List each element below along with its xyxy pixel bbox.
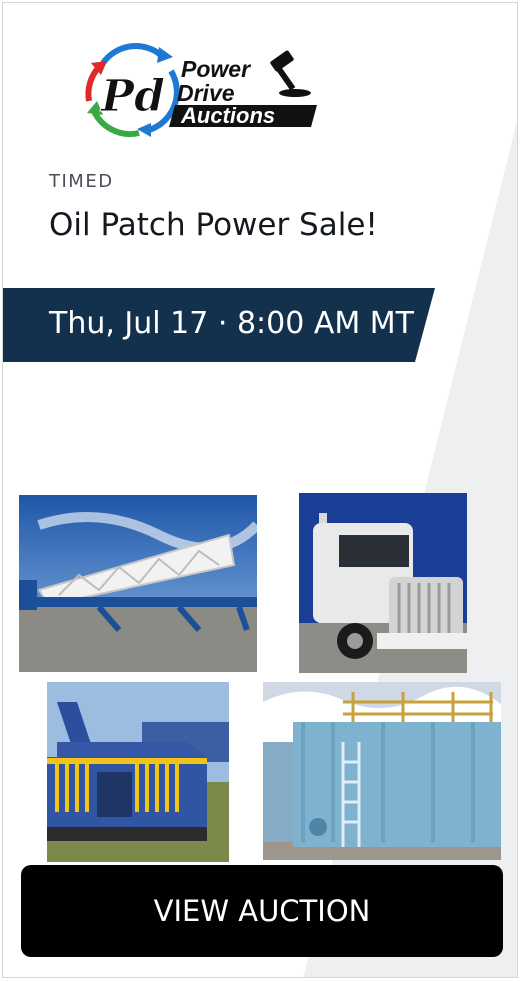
rig-equipment-photo[interactable] [47,682,229,862]
event-type-label: TIMED [49,171,114,192]
event-title[interactable]: Oil Patch Power Sale! [49,207,378,243]
date-banner: Thu, Jul 17 · 8:00 AM MT [3,288,435,362]
truck-photo[interactable] [299,493,467,673]
auction-card[interactable]: Pd Power Drive Auctions TIMED Oil Patch … [2,2,518,978]
gavel-icon [270,50,311,97]
power-drive-auctions-logo: Pd Power Drive Auctions [81,41,321,141]
tank-photo[interactable] [263,682,501,860]
logo-line-1: Power [181,56,251,82]
logo-line-3: Auctions [180,103,275,128]
view-auction-button[interactable]: VIEW AUCTION [21,865,503,957]
event-date: Thu, Jul 17 · 8:00 AM MT [49,306,414,341]
trailer-photo[interactable] [19,495,257,672]
logo-monogram: Pd [99,71,165,122]
